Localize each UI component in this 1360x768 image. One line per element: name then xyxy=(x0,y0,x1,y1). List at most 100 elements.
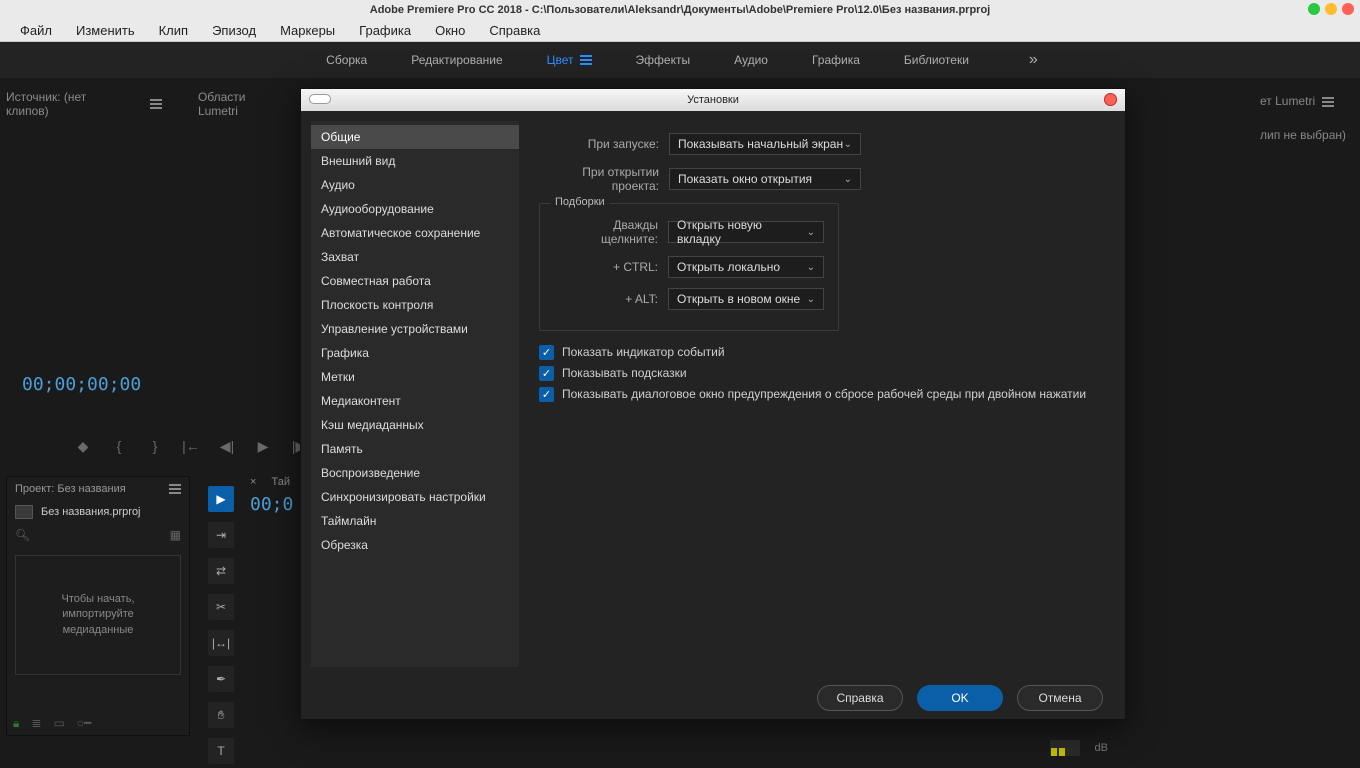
ok-button[interactable]: OK xyxy=(917,685,1003,711)
checkbox-events-indicator[interactable]: Показать индикатор событий xyxy=(539,345,1101,360)
dblclick-select[interactable]: Открыть новую вкладку⌄ xyxy=(668,221,824,243)
chevron-down-icon: ⌄ xyxy=(844,139,852,150)
workspace-audio[interactable]: Аудио xyxy=(730,47,772,73)
category-audio[interactable]: Аудио xyxy=(311,173,519,197)
slip-tool[interactable]: |↔| xyxy=(208,630,234,656)
workspace-assembly[interactable]: Сборка xyxy=(322,47,371,73)
search-filter-icon[interactable]: ▦ xyxy=(170,528,181,542)
selection-tool[interactable]: ▶ xyxy=(208,486,234,512)
ctrl-select[interactable]: Открыть локально⌄ xyxy=(668,256,824,278)
tab-lumetri-scopes[interactable]: Области Lumetri xyxy=(198,90,286,118)
workspace-effects[interactable]: Эффекты xyxy=(632,47,695,73)
dialog-title: Установки xyxy=(687,94,739,106)
step-back-icon[interactable]: |← xyxy=(182,438,200,455)
menu-file[interactable]: Файл xyxy=(8,21,64,40)
window-title: Adobe Premiere Pro CC 2018 - C:\Пользова… xyxy=(370,4,990,16)
lumetri-color-panel: ет Lumetri лип не выбран) xyxy=(1254,90,1352,146)
workspace-menu-icon[interactable] xyxy=(580,59,592,61)
pen-tool[interactable]: ✒︎ xyxy=(208,666,234,692)
dblclick-label: Дважды щелкните: xyxy=(554,218,658,246)
category-collaboration[interactable]: Совместная работа xyxy=(311,269,519,293)
mark-out-icon[interactable]: { xyxy=(110,438,128,455)
workspace-color[interactable]: Цвет xyxy=(543,47,596,73)
alt-select[interactable]: Открыть в новом окне⌄ xyxy=(668,288,824,310)
app-icon xyxy=(4,3,20,15)
timeline-close-icon[interactable]: × xyxy=(250,476,256,488)
category-timeline[interactable]: Таймлайн xyxy=(311,509,519,533)
menu-sequence[interactable]: Эпизод xyxy=(200,21,268,40)
startup-select[interactable]: Показывать начальный экран ⌄ xyxy=(669,133,861,155)
category-memory[interactable]: Память xyxy=(311,437,519,461)
go-in-icon[interactable]: } xyxy=(146,438,164,455)
help-button[interactable]: Справка xyxy=(817,685,903,711)
category-audio-hardware[interactable]: Аудиооборудование xyxy=(311,197,519,221)
workspace-graphics[interactable]: Графика xyxy=(808,47,864,73)
project-icon xyxy=(15,505,33,519)
workspace-libraries[interactable]: Библиотеки xyxy=(900,47,973,73)
checkbox-icon xyxy=(539,387,554,402)
mark-in-icon[interactable]: ◆ xyxy=(74,438,92,455)
category-trim[interactable]: Обрезка xyxy=(311,533,519,557)
ctrl-label: + CTRL: xyxy=(554,260,658,274)
category-autosave[interactable]: Автоматическое сохранение xyxy=(311,221,519,245)
workspace-overflow-icon[interactable]: » xyxy=(1029,51,1038,69)
source-panel: Источник: (нет клипов) Области Lumetri xyxy=(6,90,286,118)
checkbox-workspace-reset-warning[interactable]: Показывать диалоговое окно предупреждени… xyxy=(539,387,1101,402)
ripple-tool[interactable]: ⇄ xyxy=(208,558,234,584)
panel-menu-icon[interactable] xyxy=(1322,101,1334,103)
panel-menu-icon[interactable] xyxy=(169,488,181,490)
lock-icon[interactable]: 🔒︎ xyxy=(13,716,19,731)
hand-tool[interactable]: ✋︎ xyxy=(208,702,234,728)
bins-legend: Подборки xyxy=(550,196,610,208)
category-device-control[interactable]: Управление устройствами xyxy=(311,317,519,341)
workspace-editing[interactable]: Редактирование xyxy=(407,47,506,73)
project-search-input[interactable] xyxy=(36,527,163,543)
category-control-surface[interactable]: Плоскость контроля xyxy=(311,293,519,317)
project-panel: Проект: Без названия Без названия.prproj… xyxy=(6,476,190,736)
preferences-categories: Общие Внешний вид Аудио Аудиооборудовани… xyxy=(311,121,519,667)
play-icon[interactable]: ▶ xyxy=(254,438,272,455)
category-general[interactable]: Общие xyxy=(311,125,519,149)
menu-graphics[interactable]: Графика xyxy=(347,21,423,40)
dialog-close-icon[interactable] xyxy=(1104,93,1117,106)
open-project-select[interactable]: Показать окно открытия ⌄ xyxy=(669,168,861,190)
preferences-content: При запуске: Показывать начальный экран … xyxy=(519,111,1125,677)
track-select-tool[interactable]: ⇥ xyxy=(208,522,234,548)
menu-window[interactable]: Окно xyxy=(423,21,477,40)
category-media-cache[interactable]: Кэш медиаданных xyxy=(311,413,519,437)
checkbox-tooltips[interactable]: Показывать подсказки xyxy=(539,366,1101,381)
search-icon: 🔍︎ xyxy=(15,528,30,542)
cancel-button[interactable]: Отмена xyxy=(1017,685,1103,711)
menu-markers[interactable]: Маркеры xyxy=(268,21,347,40)
tools-panel: ▶ ⇥ ⇄ ✂︎ |↔| ✒︎ ✋︎ T xyxy=(204,476,238,764)
category-playback[interactable]: Воспроизведение xyxy=(311,461,519,485)
menu-help[interactable]: Справка xyxy=(477,21,552,40)
type-tool[interactable]: T xyxy=(208,738,234,764)
timeline-tab[interactable]: Тай xyxy=(272,476,291,488)
menu-clip[interactable]: Клип xyxy=(147,21,200,40)
play-back-icon[interactable]: ◀| xyxy=(218,438,236,455)
audio-meter-label: dB xyxy=(1095,742,1108,754)
category-graphics[interactable]: Графика xyxy=(311,341,519,365)
import-media-dropzone[interactable]: Чтобы начать, импортируйте медиаданные xyxy=(15,555,181,675)
workspace-tabs: Сборка Редактирование Цвет Эффекты Аудио… xyxy=(0,42,1360,78)
razor-tool[interactable]: ✂︎ xyxy=(208,594,234,620)
tab-source[interactable]: Источник: (нет клипов) xyxy=(6,90,128,118)
zoom-slider[interactable]: ○━ xyxy=(77,716,91,731)
category-capture[interactable]: Захват xyxy=(311,245,519,269)
dialog-footer: Справка OK Отмена xyxy=(301,677,1125,719)
icon-view-icon[interactable]: ▭ xyxy=(53,716,64,731)
maximize-dot[interactable] xyxy=(1325,3,1337,15)
source-timecode: 00;00;00;00 xyxy=(22,374,141,395)
category-sync-settings[interactable]: Синхронизировать настройки xyxy=(311,485,519,509)
category-labels[interactable]: Метки xyxy=(311,365,519,389)
panel-menu-icon[interactable] xyxy=(150,103,162,105)
category-appearance[interactable]: Внешний вид xyxy=(311,149,519,173)
menu-edit[interactable]: Изменить xyxy=(64,21,147,40)
open-project-label: При открытии проекта: xyxy=(539,165,659,193)
list-view-icon[interactable]: ≣ xyxy=(31,716,41,731)
minimize-dot[interactable] xyxy=(1308,3,1320,15)
category-media[interactable]: Медиаконтент xyxy=(311,389,519,413)
audio-meter xyxy=(1050,740,1080,756)
close-dot[interactable] xyxy=(1342,3,1354,15)
